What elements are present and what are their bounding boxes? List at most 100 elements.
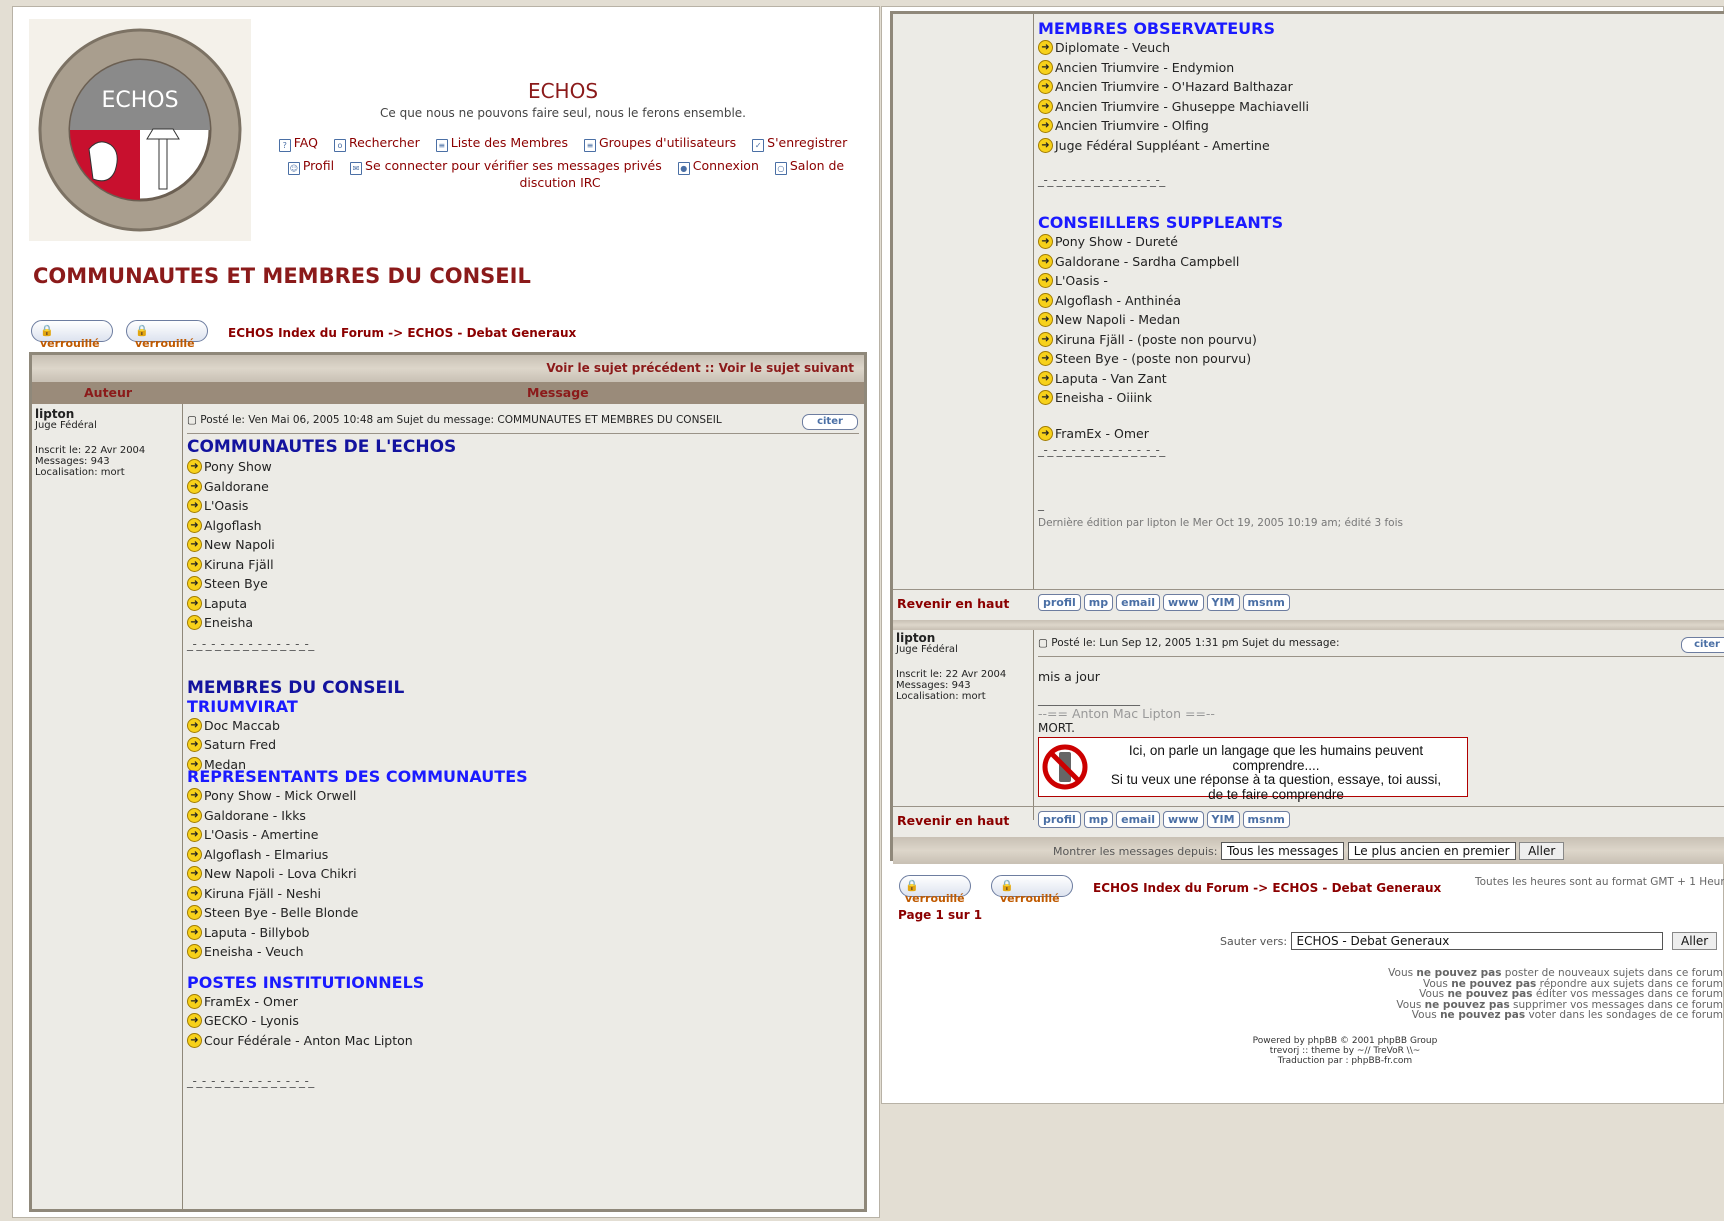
profile-button[interactable]: profil: [1038, 594, 1081, 611]
arrow-icon: ➜: [187, 905, 202, 920]
banner-line-1: Ici, on parle un langage que les humains…: [1128, 743, 1424, 773]
arrow-icon: ➜: [1038, 390, 1053, 405]
col-author-label: Auteur: [84, 385, 133, 400]
list-item: ➜ L'Oasis - Amertine: [187, 825, 857, 845]
post2-text: mis a jour: [1038, 669, 1100, 684]
author-name[interactable]: lipton: [35, 408, 182, 420]
message-icon: ✉: [350, 162, 363, 175]
suppleants-list: ➜ Pony Show - Dureté ➜ Galdorane - Sardha C…: [1038, 232, 1718, 408]
locked-button-new-bottom[interactable]: 🔒verrouillé: [899, 875, 971, 905]
locked-button-new[interactable]: 🔒verrouillé: [31, 320, 113, 350]
list-item: ➜ Laputa: [187, 594, 857, 614]
post1-body-part2: MEMBRES OBSERVATEURS ➜ Diplomate - Veuch ➜…: [1038, 20, 1718, 529]
quote-button-2[interactable]: citer: [1681, 637, 1724, 653]
arrow-icon: ➜: [1038, 118, 1053, 133]
profile-buttons-1: profil mp email www YIM msnm: [1038, 594, 1293, 611]
author-posts: Messages: 943: [896, 680, 971, 691]
nav-faq[interactable]: ? FAQ: [278, 135, 318, 152]
nav-login[interactable]: ● Connexion: [677, 158, 759, 175]
arrow-icon: ➜: [1038, 312, 1053, 327]
arrow-icon: ➜: [187, 924, 202, 940]
msn-button[interactable]: msnm: [1242, 594, 1290, 611]
back-to-top-1[interactable]: Revenir en haut: [897, 596, 1009, 611]
locked-button-reply-bottom[interactable]: 🔒verrouillé: [991, 875, 1073, 905]
list-item: ➜ L'Oasis -: [1038, 271, 1718, 291]
aller-button-display[interactable]: Aller: [1519, 842, 1565, 860]
www-button[interactable]: www: [1163, 811, 1204, 828]
arrow-icon: ➜: [1038, 98, 1053, 114]
locked-button-reply[interactable]: 🔒verrouillé: [126, 320, 208, 350]
quote-button[interactable]: citer: [802, 414, 858, 430]
list-item: ➜ FramEx - Omer: [1038, 424, 1718, 444]
separator: _-_-_-_-_-_-_-_-_-_-_-_-_-_: [187, 636, 314, 651]
footer-powered[interactable]: Powered by phpBB © 2001 phpBB Group: [1195, 1036, 1495, 1046]
back-to-top-2[interactable]: Revenir en haut: [897, 813, 1009, 828]
arrow-icon: ➜: [187, 498, 202, 513]
faq-icon: ?: [278, 139, 291, 152]
jump-select[interactable]: ECHOS - Debat Generaux: [1290, 932, 1663, 950]
arrow-icon: ➜: [1038, 234, 1053, 249]
msn-button[interactable]: msnm: [1242, 811, 1290, 828]
post-divider: [1038, 656, 1724, 657]
email-button[interactable]: email: [1116, 811, 1161, 828]
nav-private-messages[interactable]: ✉ Se connecter pour vérifier ses messages…: [350, 158, 662, 175]
prev-next-links[interactable]: Voir le sujet précédent :: Voir le sujet…: [546, 361, 854, 375]
permission-line: Vous ne pouvez pas voter dans les sondag…: [1411, 1009, 1723, 1021]
topic-title[interactable]: COMMUNAUTES ET MEMBRES DU CONSEIL: [33, 264, 531, 288]
arrow-icon: ➜: [187, 517, 202, 533]
arrow-icon: ➜: [1038, 273, 1053, 288]
aller-button-jump[interactable]: Aller: [1672, 932, 1718, 950]
show-since-select[interactable]: Tous les messages: [1220, 842, 1345, 860]
arrow-icon: ➜: [187, 737, 202, 752]
list-icon: ≡: [435, 139, 448, 152]
arrow-icon: ➜: [1038, 351, 1053, 366]
breadcrumb-top[interactable]: ECHOS Index du Forum -> ECHOS - Debat Ge…: [228, 326, 576, 340]
list-item: ➜ New Napoli - Medan: [1038, 310, 1718, 330]
heading-triumvirat: TRIUMVIRAT: [187, 696, 298, 716]
arrow-icon: ➜: [187, 885, 202, 901]
yim-button[interactable]: YIM: [1206, 594, 1240, 611]
nav-register[interactable]: ✓ S'enregistrer: [752, 135, 847, 152]
author-joined: Inscrit le: 22 Avr 2004: [35, 445, 146, 456]
arrow-icon: ➜: [187, 944, 202, 959]
pagination: Page 1 sur 1: [898, 908, 983, 922]
arrow-icon: ➜: [1038, 137, 1053, 153]
profile-button[interactable]: profil: [1038, 811, 1081, 828]
nav-profile[interactable]: ☺ Profil: [287, 158, 334, 175]
col-message-label: Message: [527, 385, 589, 400]
list-item: ➜ New Napoli - Lova Chikri: [187, 864, 857, 884]
pm-button[interactable]: mp: [1083, 811, 1114, 828]
banner-line-2: Si tu veux une réponse à ta question, es…: [1110, 772, 1442, 787]
author-location: Localisation: mort: [35, 467, 125, 478]
list-item: ➜ Eneisha: [187, 613, 857, 633]
yim-button[interactable]: YIM: [1206, 811, 1240, 828]
no-phone-icon: [1042, 744, 1088, 790]
heading-observateurs: MEMBRES OBSERVATEURS: [1038, 19, 1275, 38]
arrow-icon: ➜: [1038, 331, 1053, 347]
www-button[interactable]: www: [1163, 594, 1204, 611]
footer-translation[interactable]: Traduction par : phpBB-fr.com: [1195, 1056, 1495, 1066]
nav-memberlist[interactable]: ≡ Liste des Membres: [435, 135, 568, 152]
post2-header: ▢ Posté le: Lun Sep 12, 2005 1:31 pm Suj…: [1038, 637, 1340, 649]
arrow-icon: ➜: [1038, 79, 1053, 94]
arrow-icon: ➜: [1038, 425, 1053, 441]
author-name[interactable]: lipton: [896, 632, 1033, 644]
echos-logo[interactable]: ECHOS: [29, 19, 251, 241]
order-select[interactable]: Le plus ancien en premier: [1347, 842, 1516, 860]
column-header: Auteur Message: [32, 382, 864, 404]
nav-row-1: ? FAQ o Rechercher ≡ Liste des Membres ≡ Gro…: [263, 135, 863, 152]
breadcrumb-bottom[interactable]: ECHOS Index du Forum -> ECHOS - Debat Ge…: [1093, 881, 1441, 895]
author-rank: Juge Fédéral: [35, 420, 97, 431]
irc-icon: ○: [774, 162, 787, 175]
pm-button[interactable]: mp: [1083, 594, 1114, 611]
post-table-right: MEMBRES OBSERVATEURS ➜ Diplomate - Veuch ➜…: [890, 11, 1724, 864]
heading-representants: REPRESENTANTS DES COMMUNAUTES: [187, 767, 528, 786]
arrow-icon: ➜: [1038, 253, 1053, 269]
nav-usergroups[interactable]: ≡ Groupes d'utilisateurs: [584, 135, 736, 152]
list-item: ➜ FramEx - Omer: [187, 992, 857, 1012]
post-divider: [187, 433, 859, 434]
list-item: ➜ L'Oasis: [187, 496, 857, 516]
email-button[interactable]: email: [1116, 594, 1161, 611]
nav-search[interactable]: o Rechercher: [333, 135, 420, 152]
banner-line-3: de te faire comprendre: [1208, 786, 1344, 802]
